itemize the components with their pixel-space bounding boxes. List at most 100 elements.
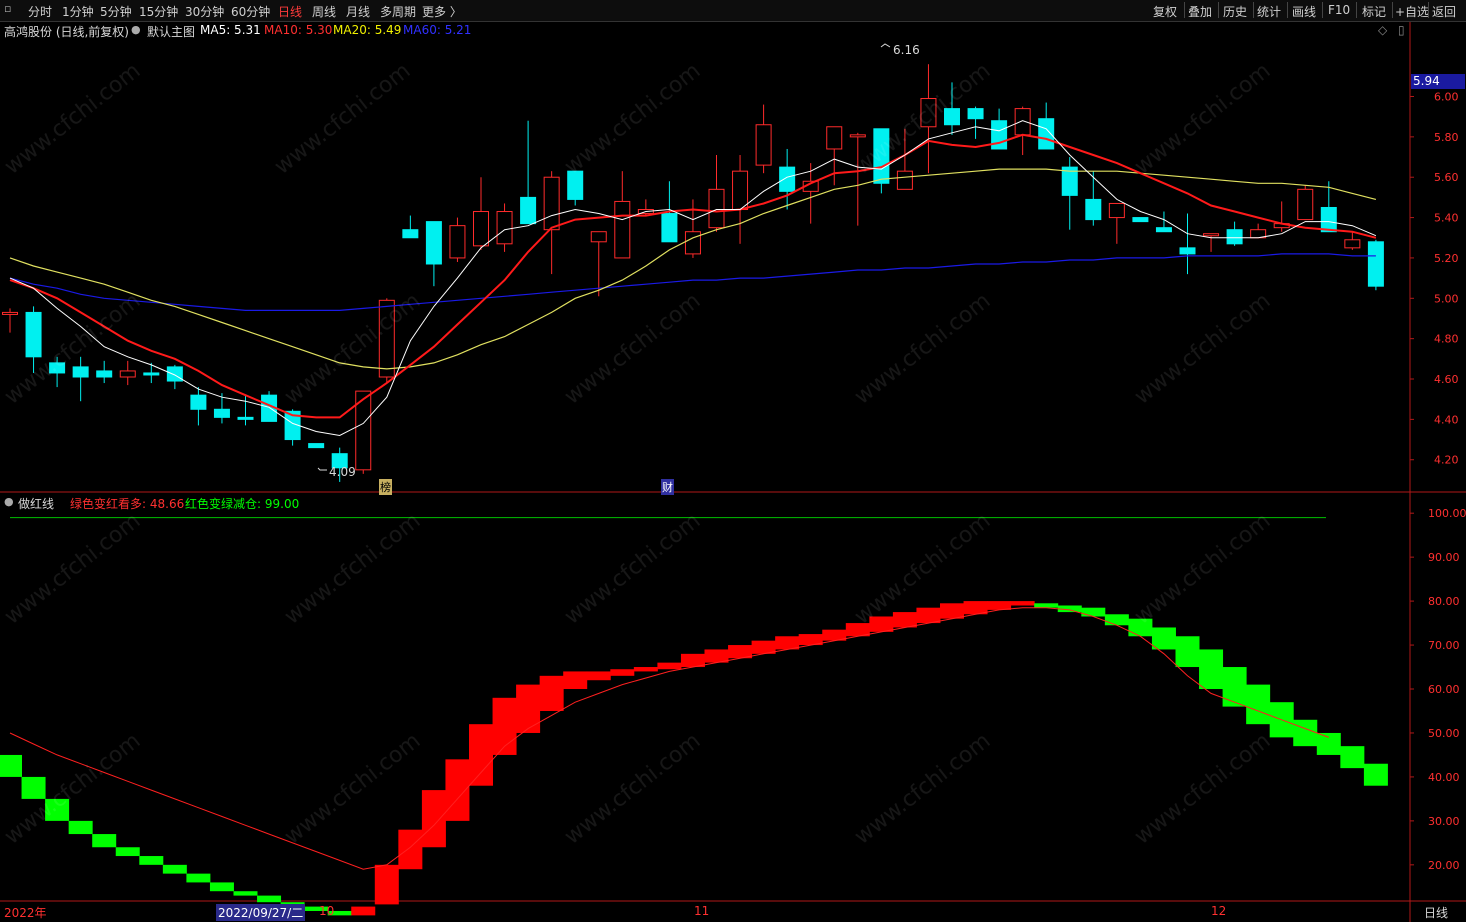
- indicator-bar: [162, 864, 187, 874]
- candle-body: [119, 370, 136, 378]
- candle-body: [920, 98, 937, 128]
- indicator-bar: [940, 603, 964, 619]
- indicator-bar: [68, 820, 93, 835]
- indicator-bar: [115, 847, 140, 857]
- indicator-bar: [1151, 627, 1176, 650]
- indicator-bar: [92, 834, 117, 848]
- candle-body: [520, 196, 537, 225]
- price-tick-label: 5.60: [1434, 171, 1459, 184]
- candle-body: [213, 408, 230, 418]
- candle-body: [1038, 118, 1055, 150]
- indicator-tick-label: 80.00: [1428, 595, 1460, 608]
- x-axis-month-10: 10: [319, 904, 335, 918]
- candle-body: [732, 170, 749, 211]
- price-tick-label: 5.20: [1434, 252, 1459, 265]
- ma-lines: [9, 120, 1377, 437]
- indicator-bar: [1222, 667, 1247, 707]
- ma60-line: [9, 253, 1376, 311]
- indicator-tick-label: 30.00: [1428, 815, 1460, 828]
- candle-body: [590, 231, 607, 243]
- indicator-bar: [633, 667, 658, 672]
- indicator-bar: [1081, 607, 1106, 617]
- indicator-bar: [539, 675, 564, 711]
- candle-body: [755, 124, 772, 166]
- indicator-bar: [563, 671, 588, 690]
- indicator-bar: [1340, 746, 1365, 769]
- candle-body: [473, 211, 489, 247]
- ma5-line: [9, 120, 1377, 437]
- indicator-tick-label: 60.00: [1428, 683, 1460, 696]
- x-axis-month-11: 11: [694, 904, 710, 918]
- candle-body: [496, 211, 513, 245]
- high-pointer: [880, 43, 891, 48]
- high-annotation: 6.16: [893, 43, 920, 57]
- candle-body: [1085, 198, 1102, 221]
- stock-chart[interactable]: 4.20 4.40 4.60 4.80 5.00 5.20 5.40 5.60 5.80 6.00…: [0, 0, 1466, 922]
- x-axis-year: 2022年: [4, 906, 47, 920]
- candlestick-series: [2, 64, 1384, 482]
- candle-body: [849, 134, 866, 138]
- candle-body: [614, 200, 631, 259]
- indicator-bar: [916, 607, 941, 624]
- candle-body: [1132, 217, 1149, 223]
- indicator-bar: [516, 684, 541, 733]
- current-price-tag: 5.94: [1411, 74, 1465, 89]
- indicator-tick-label: 90.00: [1428, 551, 1460, 564]
- candle-body: [49, 362, 66, 374]
- candle-body: [944, 108, 960, 126]
- indicator-bar: [1010, 601, 1035, 606]
- candle-body: [308, 443, 325, 449]
- indicator-bar: [209, 882, 234, 892]
- indicator-bar: [1246, 684, 1271, 725]
- candle-body: [967, 108, 984, 120]
- indicator-tick-label: 100.00: [1428, 507, 1466, 520]
- indicator-bar: [469, 724, 493, 786]
- candle-body: [402, 229, 419, 239]
- indicator-bar: [0, 754, 22, 777]
- candle-body: [425, 221, 442, 265]
- candle-body: [1014, 108, 1031, 136]
- indicator-signal-line: [9, 607, 1329, 870]
- indicator-bar: [139, 856, 164, 865]
- price-tick-label: 4.60: [1434, 373, 1459, 386]
- candle-body: [72, 366, 89, 378]
- candle-body: [143, 372, 160, 376]
- candle-body: [25, 311, 42, 358]
- indicator-bars: [0, 517, 1388, 916]
- indicator-bar: [374, 864, 399, 905]
- candle-body: [1179, 247, 1196, 255]
- candle-body: [1226, 229, 1243, 245]
- cursor-date: 2022/09/27/二: [216, 904, 306, 921]
- candle-body: [1344, 239, 1361, 249]
- indicator-bar: [1316, 732, 1341, 755]
- candle-body: [378, 299, 395, 378]
- candle-body: [237, 416, 254, 420]
- candle-body: [567, 170, 584, 200]
- low-pointer: [317, 467, 327, 471]
- candle-body: [166, 366, 183, 382]
- candle-body: [190, 394, 207, 410]
- indicator-bar: [1199, 649, 1224, 690]
- indicator-bar: [586, 671, 611, 681]
- indicator-bar: [421, 790, 446, 848]
- candle-body: [1320, 206, 1337, 233]
- price-tick-label: 6.00: [1434, 91, 1459, 104]
- price-tick-label: 5.00: [1434, 292, 1459, 305]
- indicator-tick-label: 70.00: [1428, 639, 1460, 652]
- candle-body: [1297, 188, 1314, 221]
- indicator-tick-label: 40.00: [1428, 771, 1460, 784]
- candle-body: [826, 126, 843, 150]
- ma10-line: [9, 133, 1377, 419]
- indicator-bar: [186, 873, 211, 883]
- x-axis-month-12: 12: [1211, 904, 1227, 918]
- candle-body: [1203, 233, 1220, 237]
- indicator-bar: [1034, 603, 1059, 608]
- event-marker-cai[interactable]: 财: [661, 479, 674, 495]
- indicator-bar: [657, 662, 682, 670]
- candle-body: [1108, 202, 1125, 219]
- event-marker-bang[interactable]: 榜: [379, 479, 392, 495]
- candle-body: [2, 311, 18, 315]
- price-tick-label: 4.40: [1434, 413, 1459, 426]
- indicator-bar: [21, 776, 46, 799]
- indicator-bar: [233, 891, 258, 896]
